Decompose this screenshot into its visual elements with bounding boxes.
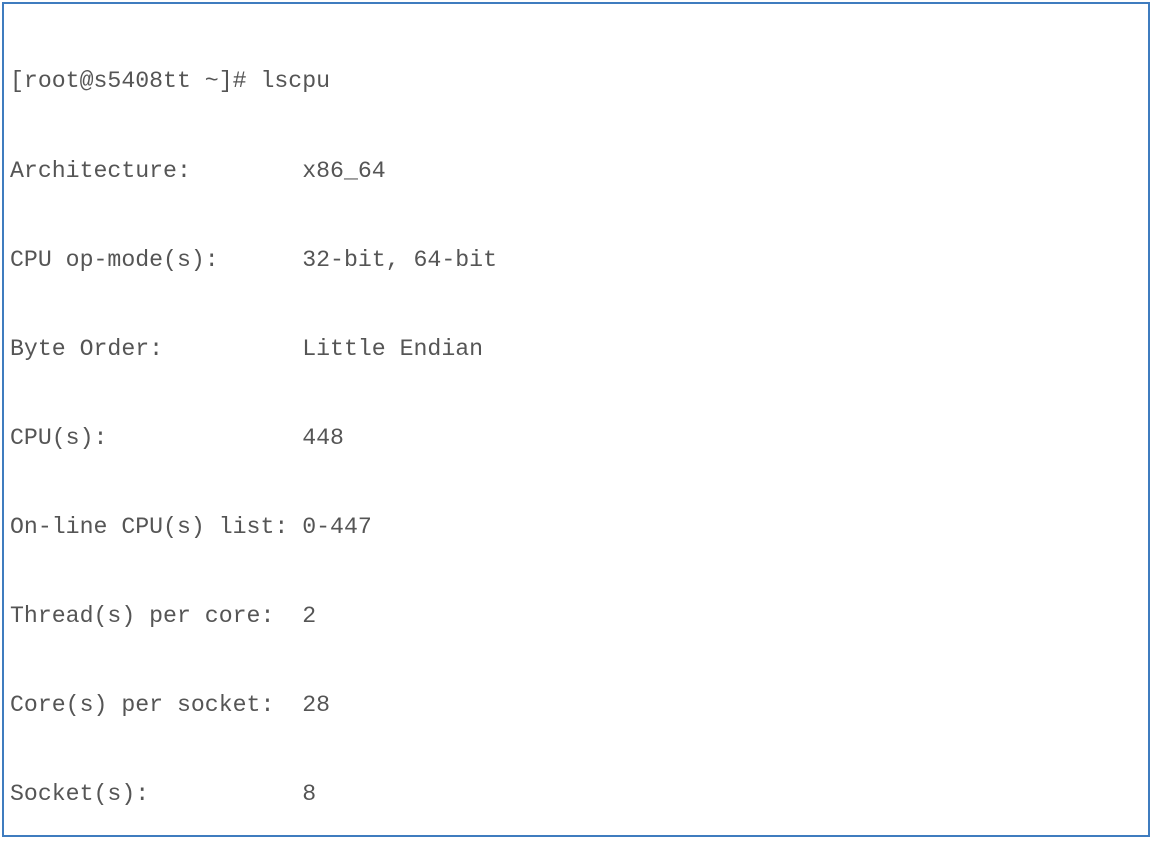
output-value: Little Endian [302,336,483,362]
output-value: 28 [302,692,330,718]
output-value: 2 [302,603,316,629]
output-row: Core(s) per socket:28 [10,691,1142,721]
terminal-output[interactable]: [root@s5408tt ~]# lscpu Architecture:x86… [10,8,1142,837]
output-label: On-line CPU(s) list: [10,513,302,543]
output-row: Byte Order:Little Endian [10,335,1142,365]
output-label: CPU op-mode(s): [10,246,302,276]
prompt-line: [root@s5408tt ~]# lscpu [10,67,1142,97]
output-row: CPU(s):448 [10,424,1142,454]
output-label: Thread(s) per core: [10,602,302,632]
output-row: Socket(s):8 [10,780,1142,810]
output-row: On-line CPU(s) list:0-447 [10,513,1142,543]
output-label: Byte Order: [10,335,302,365]
output-label: Architecture: [10,157,302,187]
output-value: 32-bit, 64-bit [302,247,497,273]
output-value: 448 [302,425,344,451]
output-row: Architecture:x86_64 [10,157,1142,187]
output-row: Thread(s) per core:2 [10,602,1142,632]
output-value: 8 [302,781,316,807]
terminal-frame: [root@s5408tt ~]# lscpu Architecture:x86… [2,2,1150,837]
output-row: CPU op-mode(s):32-bit, 64-bit [10,246,1142,276]
output-label: CPU(s): [10,424,302,454]
output-value: 0-447 [302,514,372,540]
output-label: Socket(s): [10,780,302,810]
output-value: x86_64 [302,158,386,184]
output-label: Core(s) per socket: [10,691,302,721]
